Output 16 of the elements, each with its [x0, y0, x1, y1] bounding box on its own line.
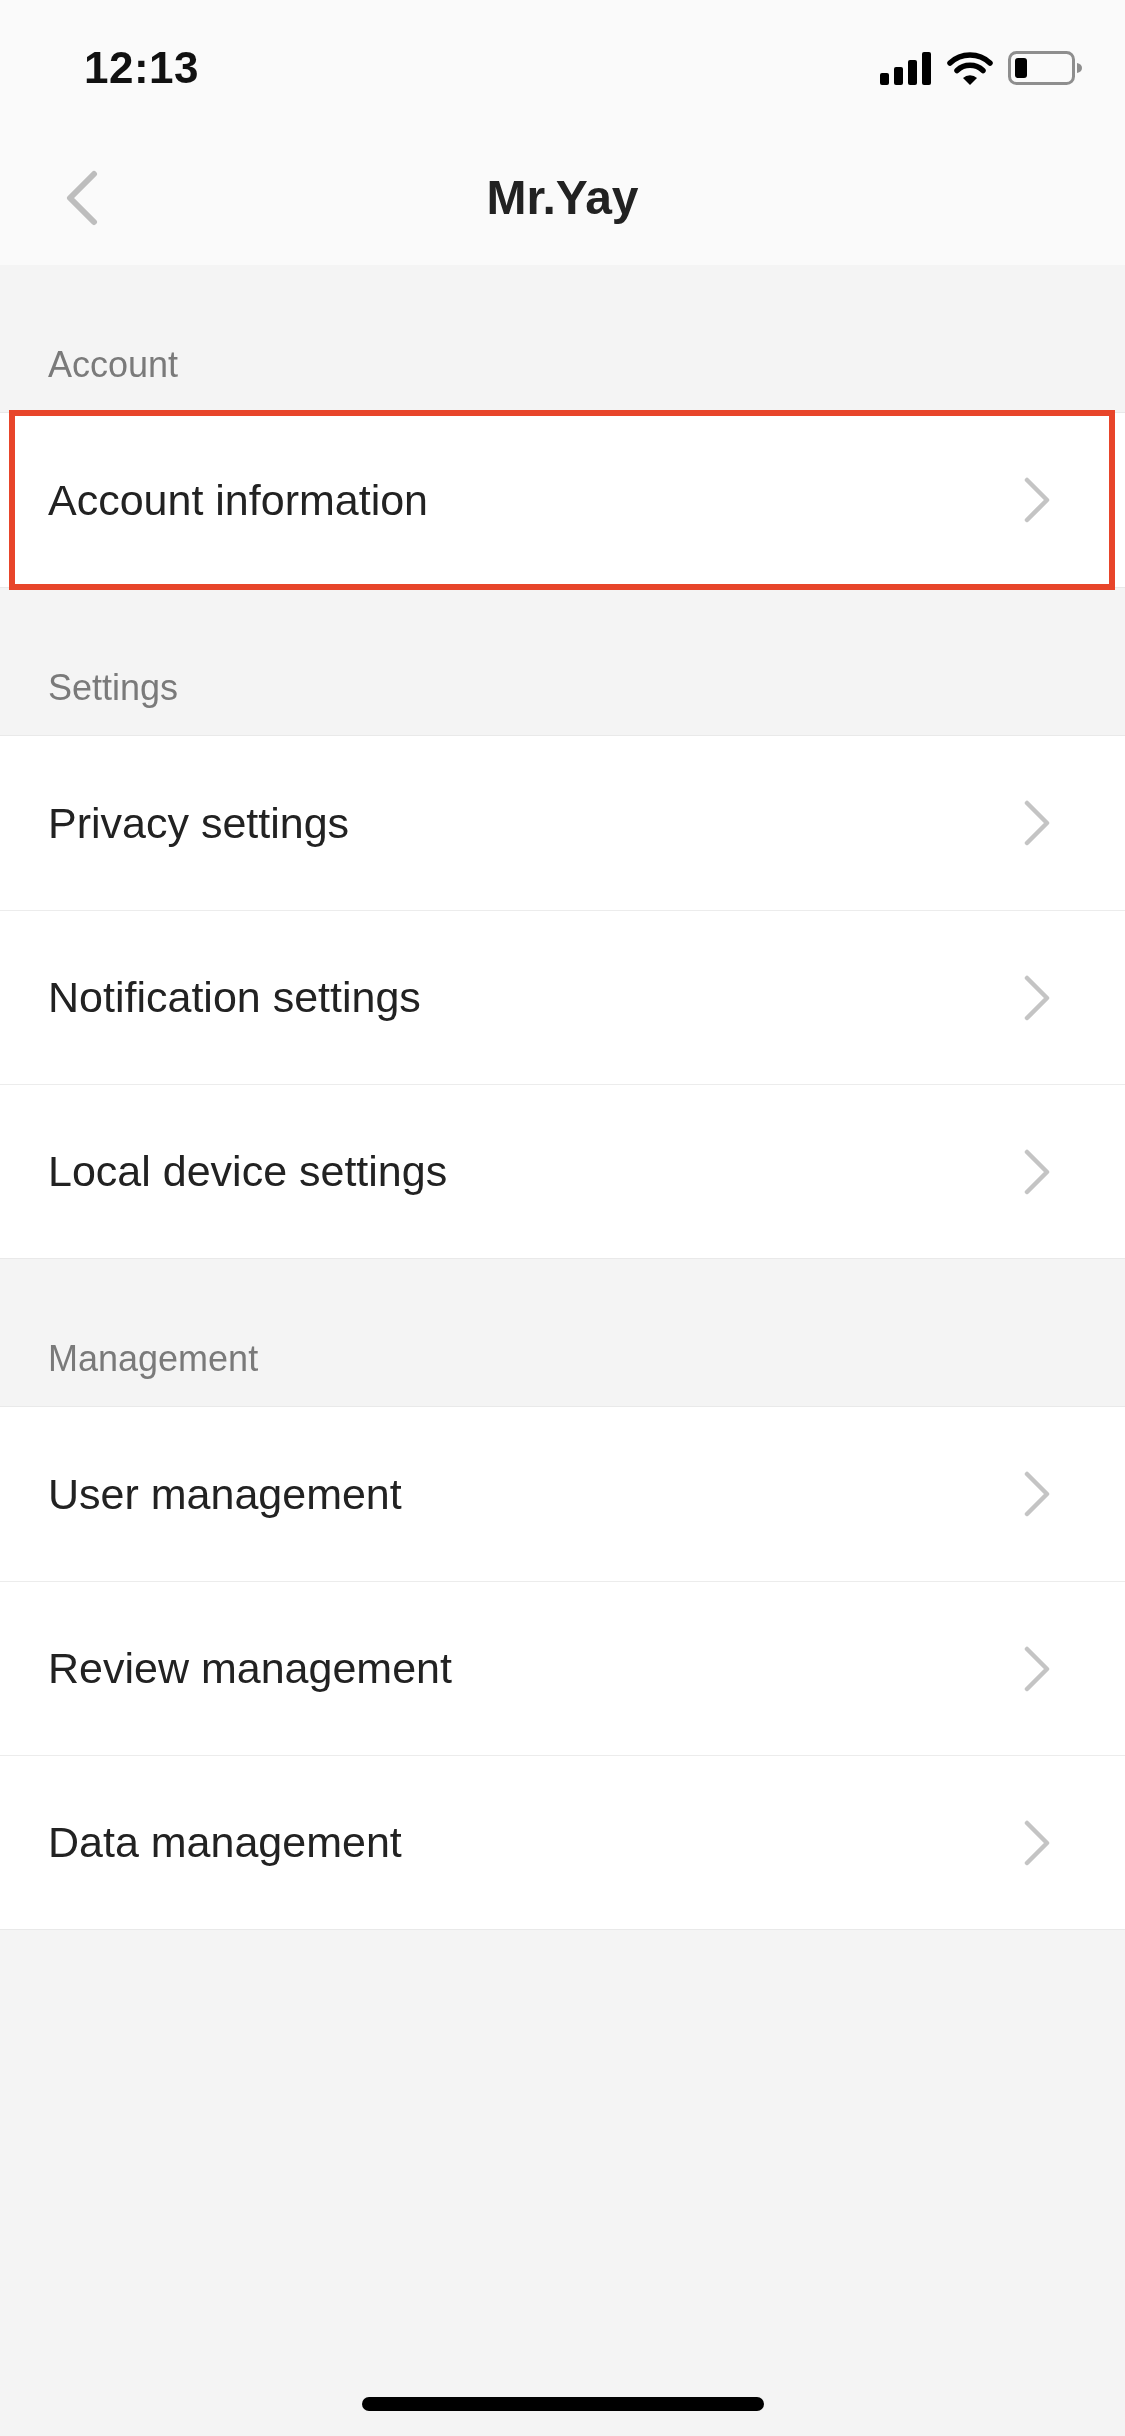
- signal-icon: [880, 51, 932, 85]
- chevron-right-icon: [1024, 1148, 1050, 1195]
- chevron-right-icon: [1024, 974, 1050, 1021]
- section-title: Management: [48, 1338, 259, 1380]
- page-title: Mr.Yay: [486, 170, 639, 225]
- wifi-icon: [947, 51, 993, 85]
- battery-icon: [1008, 51, 1082, 85]
- section-title: Account: [48, 344, 179, 386]
- chevron-right-icon: [1024, 800, 1050, 846]
- chevron-right-icon: [1024, 477, 1050, 523]
- section-title: Settings: [48, 667, 179, 709]
- chevron-right-icon: [1024, 1645, 1050, 1692]
- chevron-right-icon: [1024, 1471, 1050, 1517]
- chevron-right-icon: [1024, 1819, 1050, 1866]
- status-time: 12:13: [84, 43, 200, 93]
- back-icon: [64, 169, 98, 226]
